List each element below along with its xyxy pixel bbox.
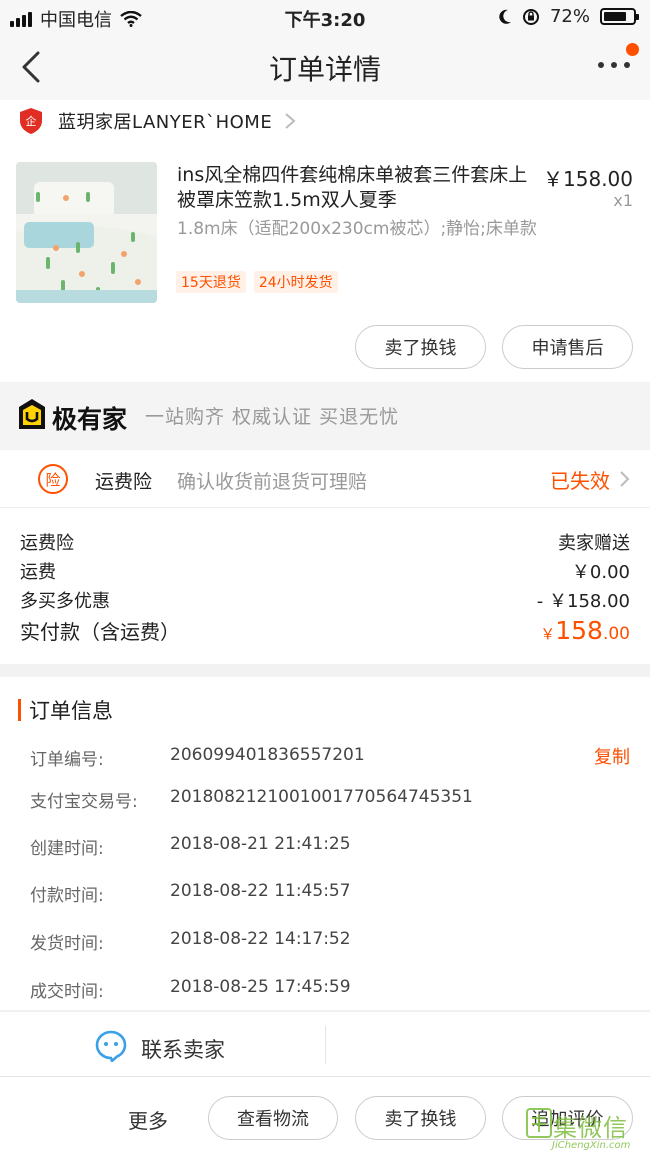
resell-button[interactable]: 卖了换钱 — [355, 325, 486, 369]
info-label: 支付宝交易号: — [30, 792, 138, 812]
insurance-desc: 确认收货前退货可理赔 — [177, 471, 368, 493]
product-tags: 15天退货 24小时发货 — [176, 271, 338, 293]
order-info-section: 订单信息 订单编号: 206099401836557201 支付宝交易号: 20… — [0, 677, 650, 1010]
jiyoujia-banner: 极有家 一站购齐 权威认证 买退无忧 — [0, 382, 650, 450]
info-label: 付款时间: — [30, 886, 104, 906]
watermark: 集微信 JiChengXin.com — [526, 1104, 646, 1154]
shop-badge-icon: 企 — [20, 108, 42, 134]
total-row: 实付款（含运费） ￥158.00 — [20, 616, 630, 645]
more-menu-icon[interactable] — [598, 62, 630, 72]
view-logistics-button[interactable]: 查看物流 — [208, 1096, 338, 1140]
total-label: 实付款（含运费） — [20, 620, 180, 644]
resell-bottom-button[interactable]: 卖了换钱 — [355, 1096, 486, 1140]
info-value: 2018-08-25 17:45:59 — [170, 977, 351, 997]
shipping-insurance-row[interactable]: 险 运费险 确认收货前退货可理赔 已失效 — [0, 450, 650, 508]
chevron-right-icon — [285, 113, 296, 129]
order-item-card: 企 蓝玥家居LANYER`HOME ins风全棉四件套纯棉床单被套三件套床上被罩… — [0, 100, 650, 382]
moon-icon — [499, 9, 511, 24]
insurance-label: 运费险 — [95, 471, 153, 493]
fee-summary: 运费险 卖家赠送 运费 ￥0.00 多买多优惠 - ￥158.00 实付款（含运… — [0, 508, 650, 664]
tag-return: 15天退货 — [176, 271, 246, 293]
info-label: 创建时间: — [30, 839, 104, 859]
contact-seller-label: 联系卖家 — [141, 1038, 225, 1062]
contact-bar: 联系卖家 — [0, 1011, 650, 1077]
info-label: 发货时间: — [30, 934, 104, 954]
status-bar: 中国电信 下午3:20 72% — [0, 0, 650, 34]
contact-seller-button[interactable]: 联系卖家 — [0, 1012, 325, 1077]
product-image[interactable] — [16, 162, 157, 303]
after-sales-button[interactable]: 申请售后 — [502, 325, 633, 369]
fee-value: ￥0.00 — [571, 562, 630, 583]
watermark-sub: JiChengXin.com — [552, 1140, 631, 1151]
watermark-logo-icon — [526, 1108, 552, 1138]
info-value: 2018-08-22 11:45:57 — [170, 881, 351, 901]
info-value: 206099401836557201 — [170, 745, 365, 765]
chat-bubble-icon — [95, 1030, 127, 1062]
info-value: 2018082121001001770564745351 — [170, 787, 473, 807]
jiyoujia-logo-icon — [19, 399, 45, 429]
shop-name: 蓝玥家居LANYER`HOME — [58, 112, 273, 133]
fee-label: 运费 — [20, 562, 56, 583]
battery-icon — [600, 8, 639, 25]
fee-value: - ￥158.00 — [536, 591, 630, 612]
section-accent-bar — [18, 699, 21, 721]
total-integer: 158 — [555, 616, 603, 645]
product-title[interactable]: ins风全棉四件套纯棉床单被套三件套床上被罩床笠款1.5m双人夏季 — [177, 163, 542, 213]
fee-label: 多买多优惠 — [20, 591, 110, 612]
more-actions-button[interactable]: 更多 — [128, 1105, 168, 1134]
fee-row: 运费险 卖家赠送 — [20, 529, 630, 555]
watermark-text: 集微信 — [553, 1114, 628, 1142]
fee-row: 运费 ￥0.00 — [20, 558, 630, 584]
total-decimal: .00 — [602, 624, 630, 644]
rotation-lock-icon — [522, 8, 539, 25]
order-info-header: 订单信息 — [18, 697, 113, 723]
fee-row: 多买多优惠 - ￥158.00 — [20, 587, 630, 613]
info-label: 成交时间: — [30, 982, 104, 1002]
divider — [325, 1026, 326, 1064]
total-value: ￥158.00 — [540, 616, 630, 645]
product-sku: 1.8m床（适配200x230cm被芯）;静怡;床单款 — [177, 219, 537, 239]
jiyoujia-slogan: 一站购齐 权威认证 买退无忧 — [145, 406, 400, 428]
product-price: ￥158.00 — [543, 167, 633, 191]
insurance-badge-icon: 险 — [38, 464, 68, 494]
info-value: 2018-08-21 21:41:25 — [170, 834, 351, 854]
page-title: 订单详情 — [268, 53, 381, 86]
order-info-title: 订单信息 — [29, 699, 113, 723]
nav-bar: 订单详情 — [0, 34, 650, 100]
info-value: 2018-08-22 14:17:52 — [170, 929, 351, 949]
notification-dot — [626, 43, 639, 56]
battery-percent: 72% — [549, 6, 590, 27]
fee-value: 卖家赠送 — [558, 533, 630, 554]
status-right: 72% — [498, 6, 639, 27]
svg-text:企: 企 — [26, 114, 37, 128]
copy-order-number-button[interactable]: 复制 — [594, 743, 630, 769]
fee-label: 运费险 — [20, 533, 74, 554]
product-quantity: x1 — [613, 191, 633, 210]
shop-link[interactable]: 企 蓝玥家居LANYER`HOME — [18, 104, 296, 138]
jiyoujia-brand: 极有家 — [52, 405, 128, 434]
tag-shipping: 24小时发货 — [253, 271, 338, 293]
total-currency: ￥ — [540, 625, 556, 643]
chevron-right-icon — [620, 471, 630, 487]
info-label: 订单编号: — [30, 750, 104, 770]
insurance-status: 已失效 — [550, 469, 610, 493]
